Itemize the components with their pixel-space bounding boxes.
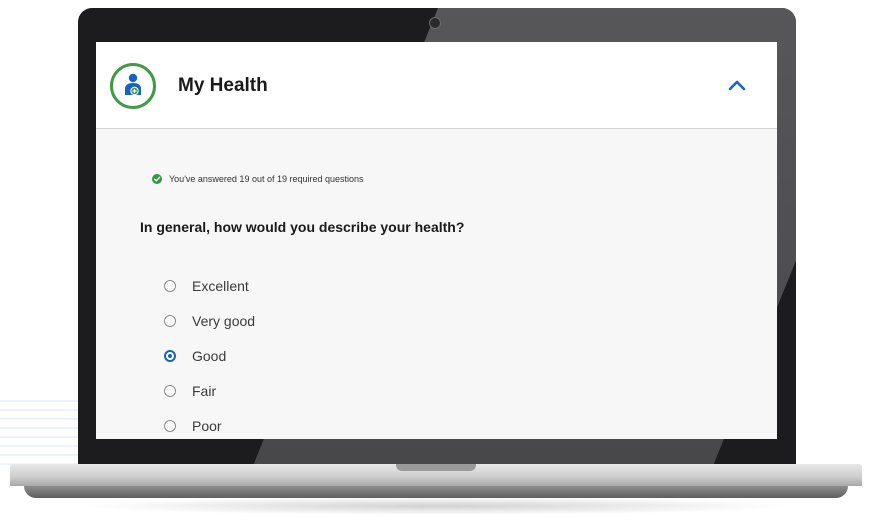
laptop-shadow bbox=[80, 497, 792, 515]
answer-options: Excellent Very good Good Fair Poor bbox=[164, 268, 255, 439]
radio-button[interactable] bbox=[164, 279, 176, 292]
camera-icon bbox=[429, 17, 441, 29]
option-very-good[interactable]: Very good bbox=[164, 303, 255, 338]
page-title: My Health bbox=[178, 75, 268, 96]
option-poor[interactable]: Poor bbox=[164, 408, 255, 439]
option-label: Excellent bbox=[192, 277, 249, 294]
option-label: Poor bbox=[192, 417, 222, 434]
radio-button[interactable] bbox=[164, 419, 176, 432]
option-label: Fair bbox=[192, 382, 217, 399]
option-excellent[interactable]: Excellent bbox=[164, 268, 255, 303]
laptop-notch bbox=[396, 464, 476, 471]
chevron-up-icon[interactable] bbox=[724, 72, 750, 98]
section-header[interactable]: My Health bbox=[96, 42, 777, 129]
option-label: Very good bbox=[192, 312, 256, 329]
option-label: Good bbox=[192, 347, 227, 364]
option-good[interactable]: Good bbox=[164, 338, 255, 373]
patient-icon bbox=[110, 63, 156, 109]
question-text: In general, how would you describe your … bbox=[140, 219, 465, 235]
check-circle-icon bbox=[152, 174, 162, 184]
app-screen: My Health You've answered 19 out of 19 r… bbox=[96, 42, 777, 439]
option-fair[interactable]: Fair bbox=[164, 373, 255, 408]
completion-status: You've answered 19 out of 19 required qu… bbox=[152, 174, 364, 184]
patient-icon-graphic bbox=[125, 73, 141, 96]
completion-text: You've answered 19 out of 19 required qu… bbox=[169, 174, 364, 184]
radio-button[interactable] bbox=[164, 314, 176, 327]
radio-button[interactable] bbox=[164, 384, 176, 397]
radio-button-selected[interactable] bbox=[164, 349, 176, 362]
